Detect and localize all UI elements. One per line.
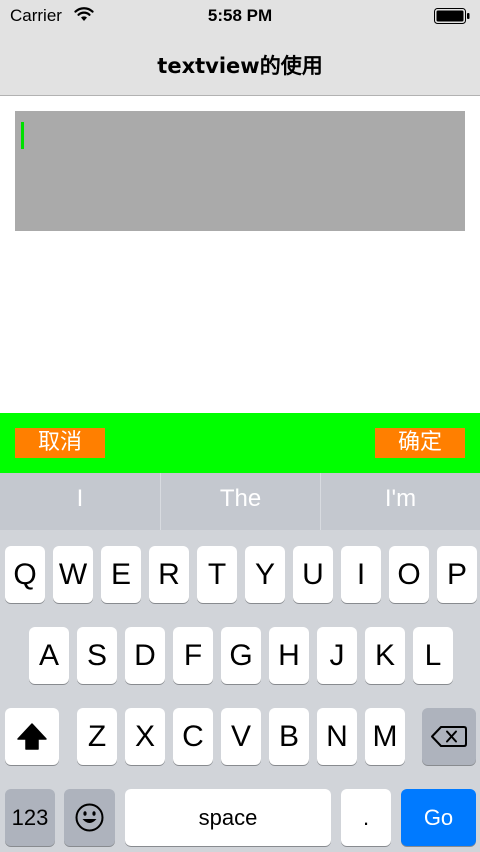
keyboard: I The I'm Q W E R T Y U I O P A S D F G …	[0, 473, 480, 852]
clock: 5:58 PM	[207, 6, 273, 25]
key-u[interactable]: U	[293, 546, 333, 603]
numbers-key[interactable]: 123	[5, 789, 55, 846]
battery-icon	[434, 8, 470, 24]
key-i[interactable]: I	[341, 546, 381, 603]
key-t[interactable]: T	[197, 546, 237, 603]
key-l[interactable]: L	[413, 627, 453, 684]
key-r[interactable]: R	[149, 546, 189, 603]
key-z[interactable]: Z	[77, 708, 117, 765]
key-f[interactable]: F	[173, 627, 213, 684]
suggestion-bar: I The I'm	[0, 473, 480, 530]
key-q[interactable]: Q	[5, 546, 45, 603]
key-e[interactable]: E	[101, 546, 141, 603]
shift-key[interactable]	[5, 708, 59, 765]
go-key[interactable]: Go	[401, 789, 476, 846]
status-bar: Carrier 5:58 PM	[0, 0, 480, 32]
key-p[interactable]: P	[437, 546, 477, 603]
key-k[interactable]: K	[365, 627, 405, 684]
key-n[interactable]: N	[317, 708, 357, 765]
key-x[interactable]: X	[125, 708, 165, 765]
key-m[interactable]: M	[365, 708, 405, 765]
suggestion-item[interactable]: I	[0, 473, 160, 530]
key-c[interactable]: C	[173, 708, 213, 765]
key-h[interactable]: H	[269, 627, 309, 684]
key-d[interactable]: D	[125, 627, 165, 684]
key-w[interactable]: W	[53, 546, 93, 603]
space-key[interactable]: space	[125, 789, 331, 846]
text-view[interactable]	[15, 111, 465, 231]
cancel-button[interactable]: 取消	[15, 428, 105, 458]
text-cursor	[21, 122, 24, 149]
shift-icon	[17, 723, 47, 750]
backspace-key[interactable]	[422, 708, 476, 765]
key-y[interactable]: Y	[245, 546, 285, 603]
backspace-icon	[431, 726, 467, 747]
period-key[interactable]: .	[341, 789, 391, 846]
key-o[interactable]: O	[389, 546, 429, 603]
emoji-icon	[75, 803, 104, 832]
emoji-key[interactable]	[64, 789, 115, 846]
confirm-button[interactable]: 确定	[375, 428, 465, 458]
key-s[interactable]: S	[77, 627, 117, 684]
key-g[interactable]: G	[221, 627, 261, 684]
key-a[interactable]: A	[29, 627, 69, 684]
key-b[interactable]: B	[269, 708, 309, 765]
suggestion-item[interactable]: The	[161, 473, 320, 530]
suggestion-item[interactable]: I'm	[321, 473, 480, 530]
navigation-bar: textview的使用	[0, 32, 480, 96]
key-j[interactable]: J	[317, 627, 357, 684]
input-accessory-toolbar: 取消 确定	[0, 413, 480, 473]
key-v[interactable]: V	[221, 708, 261, 765]
page-title: textview的使用	[157, 54, 323, 78]
